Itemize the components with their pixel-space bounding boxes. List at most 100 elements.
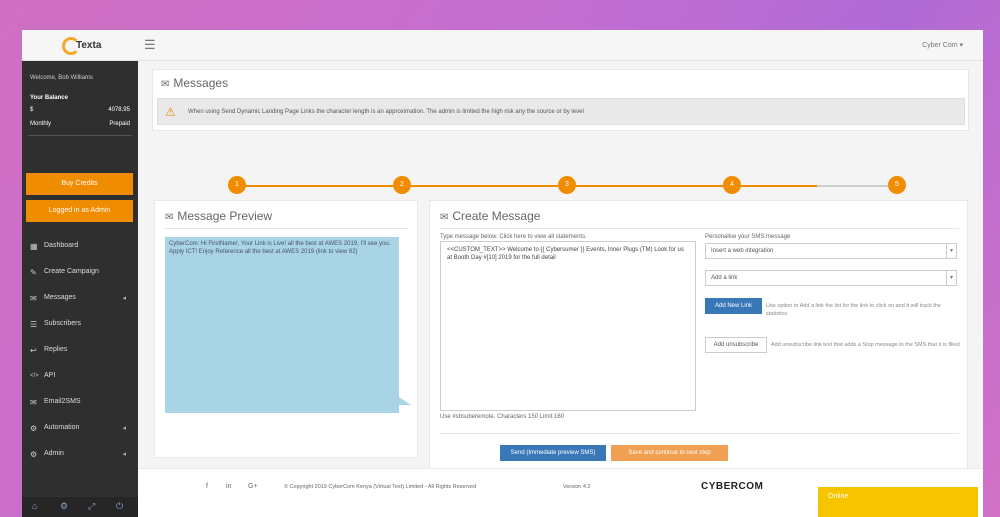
sidebar-item-replies[interactable]: ↩ Replies — [22, 341, 138, 361]
create-message-title: ✉ Create Message — [440, 209, 540, 223]
sidebar-item-label: Email2SMS — [44, 398, 81, 405]
link-select[interactable]: Add a link ▾ — [705, 270, 957, 286]
copyright-text: © Copyright 2019 CyberCom Kenya (Virtual… — [284, 484, 477, 490]
user-menu[interactable]: Cyber Com ▾ — [922, 41, 963, 49]
version-text: Version 4.2 — [563, 484, 591, 490]
personalise-select[interactable]: Insert a web integration ▾ — [705, 243, 957, 259]
admin-icon: ⚙ — [30, 450, 38, 459]
settings-icon[interactable]: ⚙ — [60, 501, 68, 512]
save-continue-button[interactable]: Save and continue to next step — [611, 445, 728, 461]
step-2[interactable]: 2 — [393, 176, 411, 194]
plan-type: Prepaid — [109, 121, 130, 127]
sidebar-item-label: Replies — [44, 346, 68, 353]
sidebar-item-label: API — [44, 372, 56, 379]
message-textarea[interactable]: <<CUSTOM_TEXT>> Welcome to {{ Cybersumer… — [440, 241, 696, 411]
welcome-text: Welcome, Bob Williams — [30, 75, 93, 81]
messages-icon: ✉ — [30, 294, 37, 303]
step-5[interactable]: 5 — [888, 176, 906, 194]
dashboard-icon: ▦ — [30, 242, 38, 251]
sidebar-item-automation[interactable]: ⚙ Automation ◂ — [22, 419, 138, 439]
chevron-left-icon: ◂ — [122, 295, 126, 302]
subscribers-icon: ☰ — [30, 320, 38, 329]
page-title-text: Messages — [173, 76, 229, 90]
create-message-card: ✉ Create Message Type message below. Clic… — [429, 200, 968, 472]
app-window: Texta ☰ Cyber Com ▾ Welcome, Bob William… — [22, 30, 983, 517]
sidebar-item-label: Admin — [44, 450, 64, 457]
textarea-label: Type message below. Click here to view a… — [440, 234, 587, 240]
warning-alert: ⚠ When using Send Dynamic Landing Page L… — [157, 98, 965, 125]
sidebar-item-messages[interactable]: ✉ Messages ◂ — [22, 289, 138, 309]
balance-currency: $ — [30, 107, 34, 113]
message-preview-card: ✉ Message Preview CyberCom: Hi FirstName!… — [154, 200, 418, 458]
messages-panel: ✉ Messages ⚠ When using Send Dynamic Land… — [152, 69, 969, 131]
page-title: ✉ Messages — [161, 76, 228, 90]
sidebar-item-label: Automation — [44, 424, 80, 431]
sidebar-item-label: Dashboard — [44, 242, 79, 249]
facebook-icon[interactable]: f — [206, 483, 208, 490]
step-3[interactable]: 3 — [558, 176, 576, 194]
send-preview-button[interactable]: Send (Immediate preview SMS) — [500, 445, 606, 461]
divider — [440, 228, 959, 229]
chevron-left-icon: ◂ — [122, 425, 126, 432]
buy-credits-button[interactable]: Buy Credits — [26, 173, 133, 195]
chevron-down-icon: ▾ — [946, 244, 956, 258]
balance-amount: 4078.95 — [108, 107, 130, 113]
envelope-icon: ✉ — [165, 212, 174, 223]
google-plus-icon[interactable]: G+ — [248, 483, 258, 490]
replies-icon: ↩ — [30, 346, 37, 355]
character-count: Use #sbsuberemote. Characters 150 Limit … — [440, 414, 565, 420]
cybercom-logo: CYBERCOM — [701, 481, 764, 492]
email-sms-icon: ✉ — [30, 398, 37, 407]
step-1[interactable]: 1 — [228, 176, 246, 194]
envelope-icon: ✉ — [161, 79, 170, 90]
alert-text: When using Send Dynamic Landing Page Lin… — [188, 109, 584, 115]
sidebar: Welcome, Bob Williams Your Balance $ 407… — [22, 61, 138, 517]
sms-preview-bubble: CyberCom: Hi FirstName!, Your Link is Li… — [165, 237, 399, 413]
sidebar-item-label: Create Campaign — [44, 268, 99, 275]
sidebar-item-subscribers[interactable]: ☰ Subscribers — [22, 315, 138, 335]
sidebar-item-dashboard[interactable]: ▦ Dashboard — [22, 237, 138, 257]
balance-label: Your Balance — [30, 95, 68, 101]
link-select-value: Add a link — [711, 275, 738, 281]
chevron-down-icon: ▾ — [946, 271, 956, 285]
chevron-left-icon: ◂ — [122, 451, 126, 458]
logo-text: Texta — [76, 40, 102, 51]
top-bar: Texta ☰ Cyber Com ▾ — [22, 30, 983, 61]
divider — [165, 228, 409, 229]
plan-row: Monthly Prepaid — [30, 121, 130, 127]
sidebar-bottom-bar: ⌂ ⚙ ⤢ ⏻ — [22, 497, 138, 517]
divider — [440, 433, 959, 434]
add-unsubscribe-button[interactable]: Add unsubscribe — [705, 337, 767, 353]
sidebar-item-label: Messages — [44, 294, 76, 301]
sidebar-item-email2sms[interactable]: ✉ Email2SMS — [22, 393, 138, 413]
personalise-label: Personalise your SMS message — [705, 234, 791, 240]
linkedin-icon[interactable]: in — [226, 483, 231, 490]
message-preview-title: ✉ Message Preview — [165, 209, 272, 223]
add-unsubscribe-hint: Add unsubscribe link text that adds a St… — [771, 342, 960, 348]
sidebar-item-admin[interactable]: ⚙ Admin ◂ — [22, 445, 138, 465]
api-icon: </> — [30, 373, 39, 379]
balance-row: $ 4078.95 — [30, 107, 130, 113]
create-message-title-text: Create Message — [452, 209, 541, 223]
wizard-steps: 1 2 3 4 5 — [228, 176, 908, 196]
logged-in-as-button[interactable]: Logged in as Admin — [26, 200, 133, 222]
sms-bubble-tail — [399, 397, 411, 405]
add-new-link-hint: Use option to Add a link the list for th… — [766, 303, 941, 317]
texta-logo[interactable]: Texta — [62, 35, 102, 57]
add-new-link-button[interactable]: Add New Link — [705, 298, 762, 314]
personalise-select-value: Insert a web integration — [711, 248, 774, 254]
step-4[interactable]: 4 — [723, 176, 741, 194]
chat-widget-tab[interactable]: Online — [818, 487, 978, 517]
main-content: ✉ Messages ⚠ When using Send Dynamic Land… — [138, 61, 983, 517]
envelope-icon: ✉ — [440, 212, 449, 223]
plan-period: Monthly — [30, 121, 52, 127]
lock-icon[interactable]: ⏻ — [116, 501, 123, 512]
hamburger-menu-icon[interactable]: ☰ — [144, 38, 156, 51]
sidebar-item-label: Subscribers — [44, 320, 81, 327]
fullscreen-icon[interactable]: ⤢ — [88, 501, 95, 512]
sidebar-item-api[interactable]: </> API — [22, 367, 138, 387]
sidebar-divider — [28, 135, 132, 136]
sidebar-item-create-campaign[interactable]: ✎ Create Campaign — [22, 263, 138, 283]
home-icon[interactable]: ⌂ — [32, 501, 37, 511]
message-preview-title-text: Message Preview — [177, 209, 273, 223]
